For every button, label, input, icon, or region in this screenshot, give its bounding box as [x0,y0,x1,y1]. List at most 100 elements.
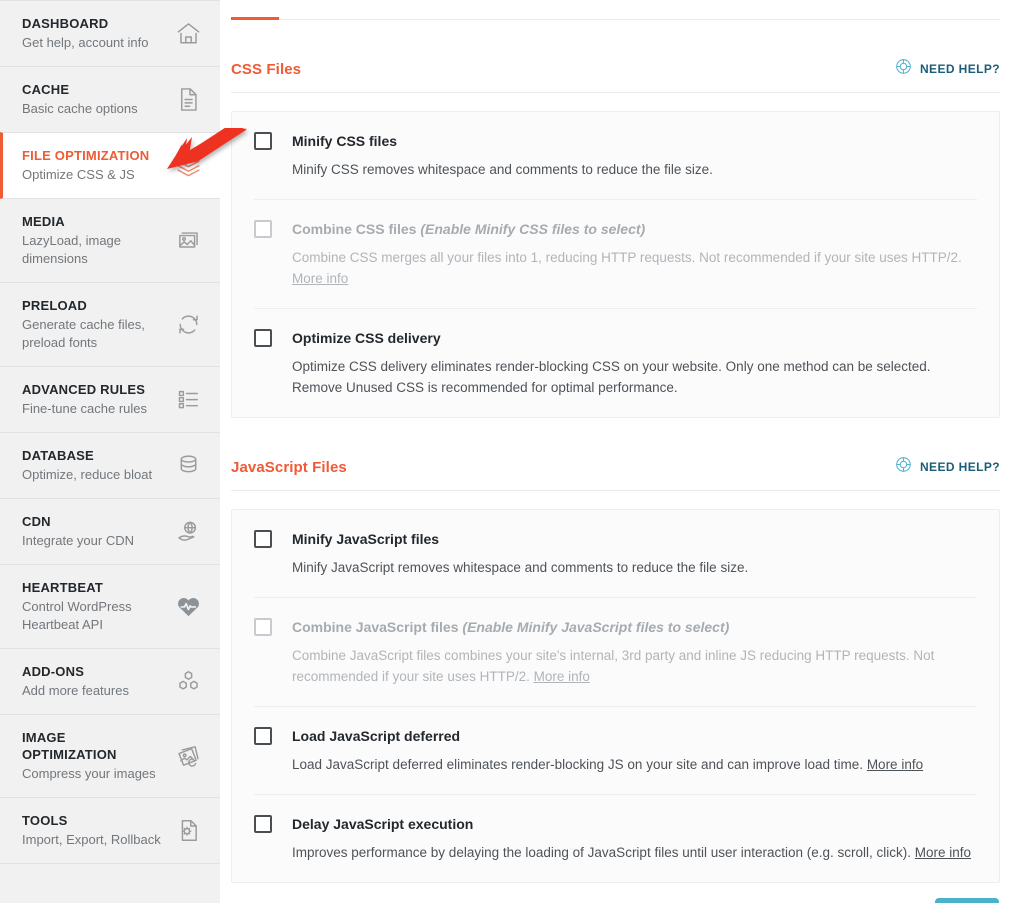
option-label-text: Combine CSS files [292,221,421,237]
more-info-link[interactable]: More info [534,669,590,684]
section-javascript-files: JavaScript Files NEED HELP? Minify JavaScr… [231,456,1000,883]
option-label-load-javascript-deferred: Load JavaScript deferred [292,726,977,746]
cubes-icon [170,665,206,699]
checkbox-delay-javascript-execution[interactable] [254,815,272,833]
option-row-load-javascript-deferred: Load JavaScript deferred Load JavaScript … [254,707,977,795]
sidebar-item-cdn[interactable]: CDN Integrate your CDN [0,499,220,565]
sidebar-item-text: CACHE Basic cache options [22,81,170,118]
sidebar-item-subtitle: LazyLoad, image dimensions [22,233,122,266]
sidebar-item-text: CDN Integrate your CDN [22,513,170,550]
sidebar-item-subtitle: Optimize, reduce bloat [22,467,153,482]
tab-bar [231,0,1000,20]
checkbox-minify-javascript-files[interactable] [254,530,272,548]
option-description-load-javascript-deferred: Load JavaScript deferred eliminates rend… [292,754,977,775]
need-help-link[interactable]: NEED HELP? [895,456,1000,478]
sidebar-item-subtitle: Generate cache files, preload fonts [22,317,145,350]
tools-file-icon [170,814,206,848]
sidebar-item-title: MEDIA [22,214,65,229]
sidebar-item-text: TOOLS Import, Export, Rollback [22,812,170,849]
option-description-delay-javascript-execution: Improves performance by delaying the loa… [292,842,977,863]
section-title: CSS Files [231,60,302,78]
sidebar-item-media[interactable]: MEDIA LazyLoad, image dimensions [0,199,220,283]
options-panel: Minify CSS files Minify CSS removes white… [231,111,1000,418]
need-help-label: NEED HELP? [919,62,1000,76]
sidebar-item-text: MEDIA LazyLoad, image dimensions [22,213,170,268]
support-chat-widget[interactable] [935,898,999,903]
refresh-icon [170,308,206,342]
sidebar-item-heartbeat[interactable]: HEARTBEAT Control WordPress Heartbeat API [0,565,220,649]
sidebar-item-preload[interactable]: PRELOAD Generate cache files, preload fon… [0,283,220,367]
checkbox-combine-css-files [254,220,272,238]
option-description-combine-css-files: Combine CSS merges all your files into 1… [292,247,977,289]
sidebar-item-dashboard[interactable]: DASHBOARD Get help, account info [0,0,220,67]
checkbox-minify-css-files[interactable] [254,132,272,150]
checkbox-combine-javascript-files [254,618,272,636]
sidebar-item-advanced-rules[interactable]: ADVANCED RULES Fine-tune cache rules [0,367,220,433]
option-description-text: Improves performance by delaying the loa… [292,845,915,860]
sidebar-item-title: IMAGE OPTIMIZATION [22,730,117,762]
option-label-text: Delay JavaScript execution [292,816,474,832]
sidebar-item-text: DATABASE Optimize, reduce bloat [22,447,170,484]
sidebar-item-subtitle: Get help, account info [22,35,149,50]
option-body: Optimize CSS delivery Optimize CSS delive… [292,328,977,398]
option-label-hint: (Enable Minify CSS files to select) [420,221,646,237]
sidebar-item-subtitle: Import, Export, Rollback [22,832,161,847]
sidebar-item-tools[interactable]: TOOLS Import, Export, Rollback [0,798,220,864]
checkbox-load-javascript-deferred[interactable] [254,727,272,745]
lifebuoy-icon [895,456,912,478]
image-icon [170,224,206,258]
sidebar-item-subtitle: Fine-tune cache rules [22,401,148,416]
sidebar-item-text: DASHBOARD Get help, account info [22,15,170,52]
sidebar-item-subtitle: Optimize CSS & JS [22,167,135,182]
section-title: JavaScript Files [231,458,347,476]
lifebuoy-icon [895,58,912,80]
sidebar-item-subtitle: Compress your images [22,766,156,781]
sidebar-item-title: DASHBOARD [22,16,109,31]
sidebar-item-title: HEARTBEAT [22,580,103,595]
more-info-link[interactable]: More info [292,271,348,286]
need-help-link[interactable]: NEED HELP? [895,58,1000,80]
cdn-globe-icon [170,515,206,549]
sidebar-item-add-ons[interactable]: ADD-ONS Add more features [0,649,220,715]
option-label-combine-css-files: Combine CSS files (Enable Minify CSS fil… [292,219,977,239]
option-description-minify-javascript-files: Minify JavaScript removes whitespace and… [292,557,977,578]
sidebar-item-cache[interactable]: CACHE Basic cache options [0,67,220,133]
option-label-delay-javascript-execution: Delay JavaScript execution [292,814,977,834]
sidebar-item-text: HEARTBEAT Control WordPress Heartbeat API [22,579,170,634]
option-row-combine-javascript-files: Combine JavaScript files (Enable Minify … [254,598,977,707]
option-description-text: Optimize CSS delivery eliminates render-… [292,359,931,395]
more-info-link[interactable]: More info [867,757,923,772]
sidebar-item-database[interactable]: DATABASE Optimize, reduce bloat [0,433,220,499]
checklist-icon [170,383,206,417]
option-label-text: Combine JavaScript files [292,619,463,635]
more-info-link[interactable]: More info [915,845,971,860]
option-label-minify-css-files: Minify CSS files [292,131,977,151]
option-body: Combine JavaScript files (Enable Minify … [292,617,977,687]
sidebar-item-title: CACHE [22,82,70,97]
option-description-text: Minify JavaScript removes whitespace and… [292,560,749,575]
option-body: Minify JavaScript files Minify JavaScript… [292,529,977,578]
option-body: Delay JavaScript execution Improves perfo… [292,814,977,863]
settings-sections: CSS Files NEED HELP? Minify CSS files Minif… [231,58,1000,883]
sidebar-item-image-optimization[interactable]: IMAGE OPTIMIZATION Compress your images [0,715,220,798]
sidebar-item-title: CDN [22,514,51,529]
option-description-text: Combine CSS merges all your files into 1… [292,250,962,265]
option-description-text: Combine JavaScript files combines your s… [292,648,935,684]
option-description-text: Minify CSS removes whitespace and commen… [292,162,713,177]
checkbox-optimize-css-delivery[interactable] [254,329,272,347]
option-label-text: Load JavaScript deferred [292,728,461,744]
option-body: Load JavaScript deferred Load JavaScript … [292,726,977,775]
option-description-text: Load JavaScript deferred eliminates rend… [292,757,867,772]
sidebar-item-subtitle: Add more features [22,683,129,698]
option-label-optimize-css-delivery: Optimize CSS delivery [292,328,977,348]
option-row-delay-javascript-execution: Delay JavaScript execution Improves perfo… [254,795,977,882]
option-label-combine-javascript-files: Combine JavaScript files (Enable Minify … [292,617,977,637]
sidebar-item-subtitle: Control WordPress Heartbeat API [22,599,132,632]
sidebar-item-text: PRELOAD Generate cache files, preload fon… [22,297,170,352]
option-label-minify-javascript-files: Minify JavaScript files [292,529,977,549]
option-label-hint: (Enable Minify JavaScript files to selec… [462,619,730,635]
option-label-text: Optimize CSS delivery [292,330,441,346]
sidebar-item-title: PRELOAD [22,298,87,313]
document-icon [170,83,206,117]
sidebar-item-file-optimization[interactable]: FILE OPTIMIZATION Optimize CSS & JS [0,132,220,199]
